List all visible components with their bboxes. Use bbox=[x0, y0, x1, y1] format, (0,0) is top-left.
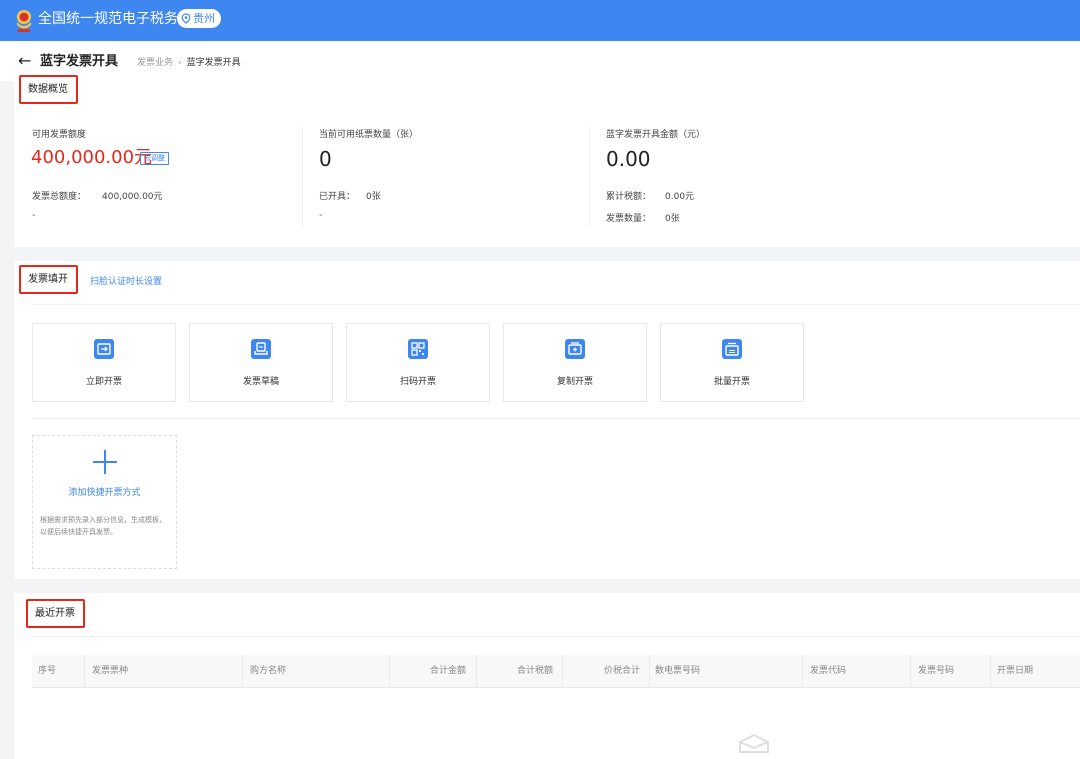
column-header-invoice-type: 发票票种 bbox=[92, 666, 129, 676]
table-header: 序号 发票票种 购方名称 合计金额 合计税额 价税合计 数电票号码 发票代码 发… bbox=[32, 655, 1080, 688]
data-overview-card: 数据概览 可用发票额度 400,000.00元 去调整 发票总额度： 400,0… bbox=[14, 75, 1080, 247]
copy-invoice-icon bbox=[565, 339, 585, 359]
column-header-invoice-number: 发票号码 bbox=[918, 666, 955, 676]
tile-batch-invoice[interactable]: 批量开票 bbox=[660, 323, 804, 402]
back-arrow-icon[interactable]: ← bbox=[18, 52, 31, 70]
section-divider bbox=[32, 304, 1080, 305]
column-separator bbox=[242, 655, 243, 687]
column-separator bbox=[910, 655, 911, 687]
column-header-e-invoice-number: 数电票号码 bbox=[655, 666, 701, 676]
column-separator bbox=[649, 655, 650, 687]
batch-invoice-icon bbox=[722, 339, 742, 359]
blue-amount-label: 蓝字发票开具金额（元） bbox=[606, 130, 706, 140]
column-header-price-tax-total: 价税合计 bbox=[604, 666, 641, 676]
tile-label: 立即开票 bbox=[85, 377, 122, 387]
adjust-quota-button[interactable]: 去调整 bbox=[140, 152, 169, 165]
paper-count-label: 当前可用纸票数量（张） bbox=[319, 130, 419, 140]
tile-label: 批量开票 bbox=[713, 377, 750, 387]
available-quota-value: 400,000.00元 bbox=[31, 147, 153, 168]
column-header-invoice-code: 发票代码 bbox=[810, 666, 847, 676]
column-header-total-tax: 合计税额 bbox=[517, 666, 554, 676]
recent-invoices-card: 最近开票 序号 发票票种 购方名称 合计金额 合计税额 价税合计 数电票号码 发… bbox=[14, 593, 1080, 759]
tile-copy-invoice[interactable]: 复制开票 bbox=[503, 323, 647, 402]
tax-total-label: 累计税额： bbox=[606, 192, 652, 202]
column-divider bbox=[589, 127, 590, 227]
tile-invoice-draft[interactable]: 发票草稿 bbox=[189, 323, 333, 402]
empty-box-icon bbox=[739, 733, 769, 753]
column-separator bbox=[476, 655, 477, 687]
column-separator bbox=[389, 655, 390, 687]
breadcrumb: 发票业务 › 蓝字发票开具 bbox=[137, 57, 241, 69]
section-divider bbox=[32, 418, 1080, 419]
face-auth-setting-link[interactable]: 扫脸认证时长设置 bbox=[90, 276, 162, 288]
location-pin-icon bbox=[181, 13, 191, 24]
column-separator bbox=[562, 655, 563, 687]
tile-label: 发票草稿 bbox=[242, 377, 279, 387]
column-header-issue-date: 开票日期 bbox=[997, 666, 1034, 676]
section-divider bbox=[32, 636, 1080, 637]
section-title-recent: 最近开票 bbox=[26, 599, 85, 628]
invoice-count-value: 0张 bbox=[665, 214, 680, 224]
section-title-fill: 发票填开 bbox=[19, 265, 78, 294]
tile-scan-invoice[interactable]: 扫码开票 bbox=[346, 323, 490, 402]
tile-label: 复制开票 bbox=[556, 377, 593, 387]
blue-amount-value: 0.00 bbox=[606, 147, 651, 171]
qr-code-icon bbox=[408, 339, 428, 359]
top-bar: 全国统一规范电子税务局 贵州 bbox=[0, 0, 1080, 41]
quota-dash: - bbox=[32, 210, 36, 221]
paper-count-value: 0 bbox=[319, 147, 332, 171]
add-quick-invoice-tile[interactable]: 添加快捷开票方式 根据需求预先录入部分信息，生成模板，以便后续快捷开具发票。 bbox=[32, 435, 177, 569]
column-header-buyer-name: 购方名称 bbox=[250, 666, 287, 676]
breadcrumb-separator-icon: › bbox=[178, 58, 182, 68]
page-header: ← 蓝字发票开具 发票业务 › 蓝字发票开具 bbox=[0, 41, 1080, 81]
issued-dash: - bbox=[319, 210, 323, 221]
available-quota-label: 可用发票额度 bbox=[32, 130, 87, 140]
total-quota-value: 400,000.00元 bbox=[102, 192, 163, 202]
tax-total-value: 0.00元 bbox=[665, 192, 695, 202]
breadcrumb-item-current: 蓝字发票开具 bbox=[186, 58, 241, 68]
issued-value: 0张 bbox=[366, 192, 381, 202]
add-quick-invoice-title: 添加快捷开票方式 bbox=[68, 488, 141, 498]
tile-label: 扫码开票 bbox=[399, 377, 436, 387]
issued-label: 已开具： bbox=[319, 192, 356, 202]
draft-icon bbox=[251, 339, 271, 359]
region-selector[interactable]: 贵州 bbox=[177, 9, 221, 28]
section-title-overview: 数据概览 bbox=[19, 75, 78, 104]
column-separator bbox=[84, 655, 85, 687]
breadcrumb-item-invoice-business[interactable]: 发票业务 bbox=[137, 57, 173, 69]
column-header-total-amount: 合计金额 bbox=[430, 666, 467, 676]
column-header-index: 序号 bbox=[38, 666, 57, 676]
region-label: 贵州 bbox=[193, 12, 215, 25]
invoice-count-label: 发票数量： bbox=[606, 214, 652, 224]
column-separator bbox=[802, 655, 803, 687]
column-separator bbox=[990, 655, 991, 687]
total-quota-label: 发票总额度： bbox=[32, 192, 87, 202]
invoice-fill-card: 发票填开 扫脸认证时长设置 立即开票 发票草稿 扫码开票 复制开票 批量开票 添… bbox=[14, 261, 1080, 579]
tile-invoice-now[interactable]: 立即开票 bbox=[32, 323, 176, 402]
plus-icon bbox=[93, 450, 117, 474]
invoice-now-icon bbox=[94, 339, 114, 359]
page-title: 蓝字发票开具 bbox=[40, 54, 119, 69]
add-quick-invoice-desc: 根据需求预先录入部分信息，生成模板，以便后续快捷开具发票。 bbox=[40, 516, 166, 536]
tax-emblem-icon bbox=[17, 10, 31, 32]
column-divider bbox=[302, 127, 303, 227]
app-title: 全国统一规范电子税务局 bbox=[38, 11, 192, 27]
